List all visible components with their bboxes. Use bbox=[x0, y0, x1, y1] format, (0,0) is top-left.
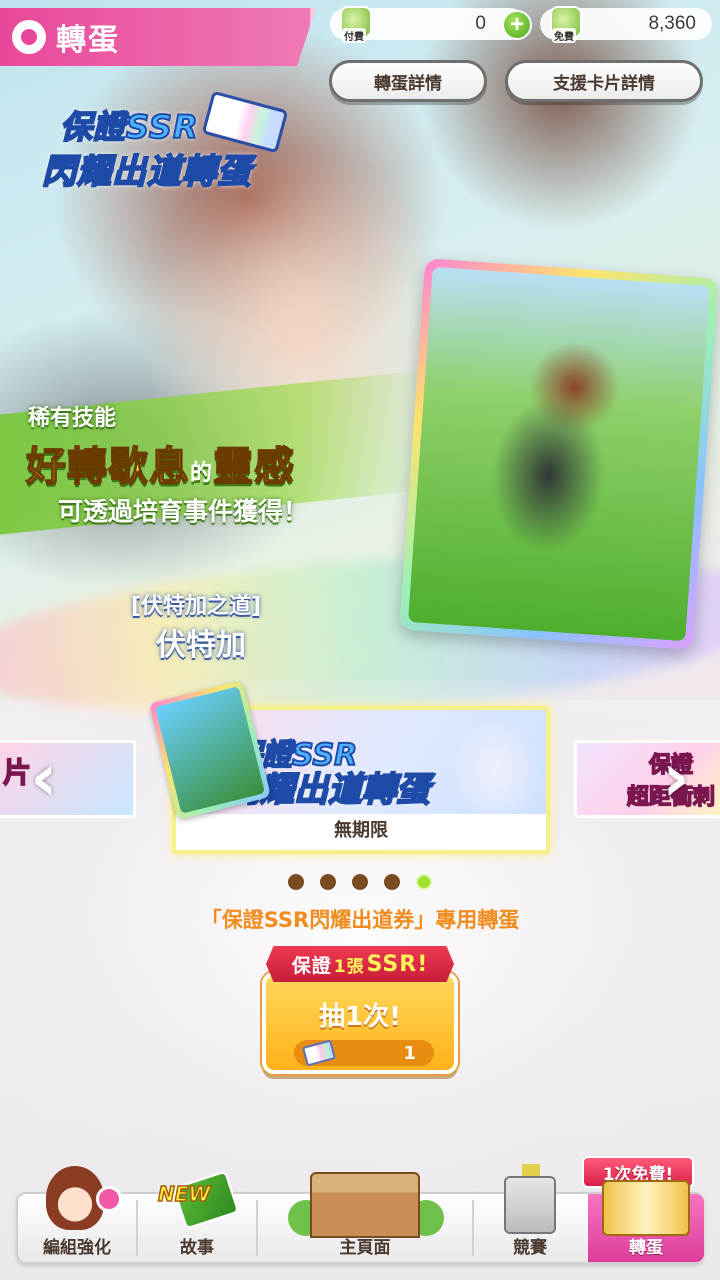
paid-currency-label: 付費 bbox=[342, 28, 366, 43]
nav-item-label: 故事 bbox=[180, 1238, 214, 1258]
nav-item-race[interactable]: 競賽 bbox=[474, 1164, 586, 1262]
nav-item-story[interactable]: NEW 故事 bbox=[138, 1170, 256, 1262]
free-currency-label: 免費 bbox=[552, 28, 576, 43]
guarantee-count: 1張 bbox=[333, 956, 365, 977]
guarantee-prefix: 保證 bbox=[291, 954, 332, 977]
pull-once-label: 抽1次! bbox=[319, 1002, 401, 1032]
nav-item-gacha[interactable]: 轉蛋 bbox=[588, 1180, 704, 1262]
skill-name-connector: 的 bbox=[190, 461, 214, 486]
race-gate-icon bbox=[504, 1176, 556, 1234]
ticket-icon bbox=[301, 1039, 337, 1067]
page-dot-active[interactable] bbox=[416, 874, 432, 890]
skill-callout: 稀有技能 好轉歇息的靈感 可透過培育事件獲得！ bbox=[0, 369, 430, 542]
banner-logo-line1: 保證SSR bbox=[59, 107, 199, 147]
character-subtitle: [伏特加之道] bbox=[131, 594, 262, 619]
free-currency-value: 8,360 bbox=[648, 13, 696, 34]
next-banner-thumbnail[interactable]: 保證 超距衝刺 bbox=[574, 740, 720, 818]
pull-cost-value: 1 bbox=[403, 1042, 416, 1064]
guarantee-suffix: SSR! bbox=[366, 951, 429, 977]
banner-logo: 保證SSR 閃耀出道轉蛋 bbox=[41, 90, 289, 193]
page-dot[interactable] bbox=[288, 874, 304, 890]
support-card-preview[interactable] bbox=[399, 258, 719, 650]
nav-item-team-enhance[interactable]: 編組強化 bbox=[18, 1166, 136, 1262]
screen-title-tab: 轉蛋 bbox=[0, 8, 316, 66]
previous-banner-thumbnail[interactable]: 片 bbox=[0, 740, 136, 818]
support-card-art bbox=[407, 266, 711, 642]
heart-icon bbox=[96, 1186, 122, 1212]
page-dot[interactable] bbox=[320, 874, 336, 890]
add-currency-button[interactable]: + bbox=[502, 10, 532, 40]
carousel-page-indicator bbox=[288, 874, 432, 890]
gacha-machine-icon bbox=[602, 1180, 690, 1236]
nav-item-label: 競賽 bbox=[513, 1238, 547, 1258]
nav-item-label: 轉蛋 bbox=[629, 1238, 663, 1258]
skill-note: 可透過培育事件獲得！ bbox=[58, 497, 309, 526]
paid-currency-display: 付費 0 + bbox=[330, 6, 532, 43]
skill-name: 好轉歇息的靈感 bbox=[25, 434, 296, 492]
school-building-icon bbox=[310, 1172, 420, 1238]
skill-subtitle: 稀有技能 bbox=[28, 406, 117, 431]
nav-item-home[interactable]: 主頁面 bbox=[258, 1172, 472, 1262]
screen-title: 轉蛋 bbox=[56, 23, 120, 58]
banner-logo-line2: 閃耀出道轉蛋 bbox=[41, 151, 252, 193]
banner-period: 無期限 bbox=[334, 820, 388, 841]
new-badge: NEW bbox=[157, 1181, 211, 1207]
gacha-details-button[interactable]: 轉蛋詳情 bbox=[329, 60, 487, 102]
pull-cost: 1 bbox=[294, 1039, 434, 1067]
gacha-icon bbox=[12, 20, 46, 54]
pull-once-button[interactable]: 抽1次! 1 bbox=[262, 972, 458, 1074]
chevron-right-icon[interactable]: › bbox=[654, 742, 698, 814]
guarantee-ribbon: 保證 1張 SSR! bbox=[266, 946, 454, 982]
skill-name-part-b: 靈感 bbox=[212, 443, 296, 491]
page-dot[interactable] bbox=[352, 874, 368, 890]
paid-currency-value: 0 bbox=[475, 13, 486, 34]
chevron-left-icon[interactable]: ‹ bbox=[22, 742, 66, 814]
skill-name-part-a: 好轉歇息 bbox=[25, 443, 190, 491]
ticket-caption: 「保證SSR閃耀出道券」專用轉蛋 bbox=[200, 908, 520, 932]
free-currency-display: 免費 8,360 bbox=[540, 6, 712, 43]
nav-item-label: 編組強化 bbox=[43, 1238, 111, 1258]
support-card-details-button[interactable]: 支援卡片詳情 bbox=[505, 60, 703, 102]
page-dot[interactable] bbox=[384, 874, 400, 890]
bottom-nav: 編組強化 NEW 故事 主頁面 競賽 轉蛋 bbox=[16, 1164, 704, 1264]
selected-banner[interactable]: 保證SSR 閃耀出道轉蛋 無期限 bbox=[148, 680, 550, 854]
nav-item-label: 主頁面 bbox=[339, 1238, 391, 1258]
character-name: 伏特加 bbox=[156, 628, 246, 663]
